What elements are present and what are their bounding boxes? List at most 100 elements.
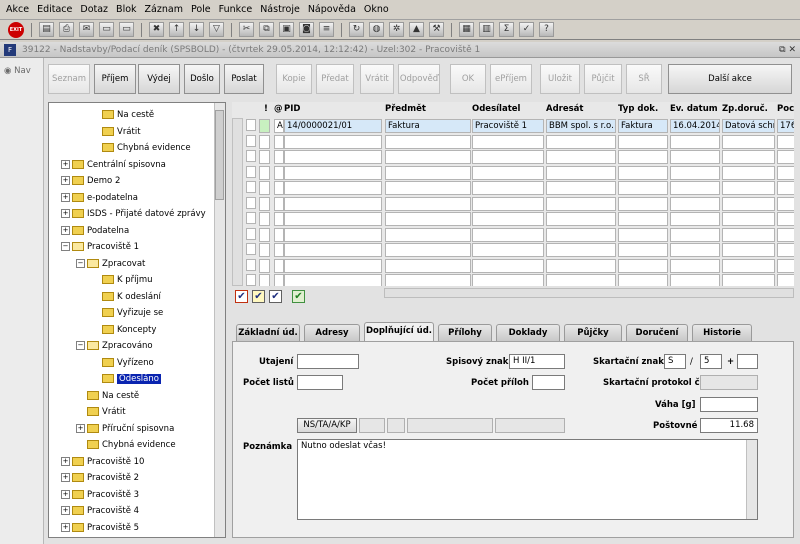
filter-checkbox-1[interactable]: ✔ — [235, 290, 248, 303]
menu-item-6[interactable]: Funkce — [219, 4, 253, 15]
action-button-příjem[interactable]: Příjem — [94, 64, 136, 94]
table-cell[interactable] — [777, 134, 794, 149]
sort-desc-icon[interactable]: ↓ — [189, 22, 204, 37]
expand-toggle-icon[interactable]: + — [61, 159, 70, 169]
table-cell[interactable] — [670, 243, 720, 257]
table-cell[interactable] — [385, 243, 471, 257]
paste-icon[interactable]: ▣ — [279, 22, 294, 37]
expand-toggle-icon[interactable]: + — [61, 192, 70, 202]
row-checkbox[interactable] — [246, 196, 256, 209]
table-cell[interactable] — [670, 227, 720, 242]
tree-node[interactable]: + ISDS - Přijaté datové zprávy — [61, 207, 206, 221]
expand-toggle-icon[interactable]: + — [61, 506, 70, 515]
document-icon[interactable]: ▭ — [99, 22, 114, 37]
tree-node[interactable]: + Demo 2 — [61, 174, 120, 188]
globe-icon[interactable]: ◍ — [369, 22, 384, 37]
tree-node[interactable]: Chybná evidence — [91, 141, 191, 155]
table-cell[interactable] — [722, 274, 775, 286]
table-cell[interactable] — [618, 243, 668, 257]
tab-3[interactable]: Přílohy — [438, 324, 492, 341]
table-cell[interactable] — [385, 227, 471, 242]
tab-2[interactable]: Doplňující úd. — [364, 322, 434, 342]
action-button-seznam[interactable]: Seznam — [48, 64, 90, 94]
filter-checkbox-2[interactable]: ✔ — [252, 290, 265, 303]
skartacni-extra-field[interactable] — [737, 354, 758, 369]
table-cell[interactable] — [777, 196, 794, 211]
table-cell[interactable] — [274, 181, 284, 195]
tree-node[interactable]: K odeslání — [91, 290, 161, 304]
table-cell[interactable] — [722, 212, 775, 226]
table-cell[interactable] — [546, 196, 616, 211]
grid-header[interactable]: Typ dok. — [618, 102, 658, 116]
tree-node[interactable]: − Pracoviště 1 — [61, 240, 139, 254]
table-cell[interactable] — [777, 150, 794, 164]
mail-icon[interactable]: ✉ — [79, 22, 94, 37]
action-button-další-akce[interactable]: Další akce — [668, 64, 792, 94]
table-cell[interactable] — [618, 165, 668, 180]
action-button-odpově-[interactable]: Odpověď — [398, 64, 440, 94]
tree-node[interactable]: Na cestě — [76, 389, 139, 403]
row-checkbox[interactable] — [246, 258, 256, 271]
window-controls[interactable]: ⧉ ✕ — [779, 42, 796, 58]
tree-node[interactable]: − Zpracováno — [76, 339, 153, 353]
document-red-icon[interactable]: ▭ — [119, 22, 134, 37]
table-cell[interactable] — [385, 212, 471, 226]
table-cell[interactable] — [274, 227, 284, 242]
row-checkbox[interactable] — [246, 274, 256, 286]
table-cell[interactable] — [274, 196, 284, 211]
print-icon[interactable]: ⎙ — [59, 22, 74, 37]
table-cell[interactable] — [618, 274, 668, 286]
table-cell[interactable] — [546, 274, 616, 286]
table-cell[interactable]: A — [274, 119, 284, 133]
table-cell[interactable] — [472, 196, 544, 211]
table-cell[interactable] — [274, 150, 284, 164]
action-button-výdej[interactable]: Výdej — [138, 64, 180, 94]
refresh-icon[interactable]: ↻ — [349, 22, 364, 37]
tools-icon[interactable]: ⚒ — [429, 22, 444, 37]
poznamka-textarea[interactable]: Nutno odeslat včas! — [297, 439, 758, 520]
table-cell[interactable] — [670, 181, 720, 195]
action-button-kopie[interactable]: Kopie — [276, 64, 312, 94]
tree-node[interactable]: Vrátit — [91, 125, 141, 139]
settings-icon[interactable]: ✲ — [389, 22, 404, 37]
menu-item-1[interactable]: Editace — [37, 4, 72, 15]
menu-item-7[interactable]: Nástroje — [260, 4, 300, 15]
grid-header[interactable]: ! — [264, 102, 268, 116]
table-cell[interactable] — [777, 258, 794, 273]
action-button-vrátit[interactable]: Vrátit — [360, 64, 394, 94]
menu-item-9[interactable]: Okno — [364, 4, 389, 15]
tree-node[interactable]: Odesláno — [91, 372, 161, 386]
table-cell[interactable] — [284, 150, 382, 164]
table-cell[interactable] — [472, 212, 544, 226]
action-button-sř[interactable]: SŘ — [626, 64, 662, 94]
table-cell[interactable] — [618, 150, 668, 164]
table-cell[interactable] — [670, 165, 720, 180]
table-cell[interactable] — [472, 258, 544, 273]
row-checkbox[interactable] — [246, 134, 256, 147]
row-checkbox[interactable] — [246, 227, 256, 240]
table-cell[interactable]: 14/0000021/01 — [284, 119, 382, 133]
table-cell[interactable] — [618, 181, 668, 195]
action-button-došlo[interactable]: Došlo — [184, 64, 220, 94]
action-button-uložit[interactable]: Uložit — [540, 64, 580, 94]
list-icon[interactable]: ≡ — [319, 22, 334, 37]
table-cell[interactable]: 176 — [777, 119, 794, 133]
filter-checkbox-4[interactable]: ✔ — [292, 290, 305, 303]
vaha-field[interactable] — [700, 397, 758, 412]
tab-5[interactable]: Půjčky — [564, 324, 622, 341]
expand-toggle-icon[interactable]: + — [76, 423, 85, 433]
chart-icon[interactable]: ▥ — [479, 22, 494, 37]
table-cell[interactable] — [546, 134, 616, 149]
table-cell[interactable]: Pracoviště 1 — [472, 119, 544, 133]
table-cell[interactable] — [274, 243, 284, 257]
cut-icon[interactable]: ✂ — [239, 22, 254, 37]
poznamka-scrollbar[interactable] — [746, 440, 757, 519]
save-icon[interactable]: ▤ — [39, 22, 54, 37]
tree-node[interactable]: + Pracoviště 4 — [61, 504, 139, 518]
menu-item-2[interactable]: Dotaz — [80, 4, 108, 15]
table-cell[interactable] — [274, 165, 284, 180]
row-checkbox[interactable] — [246, 212, 256, 224]
table-cell[interactable] — [284, 258, 382, 273]
menu-item-5[interactable]: Pole — [191, 4, 211, 15]
tree-node[interactable]: + Podatelna — [61, 224, 129, 238]
